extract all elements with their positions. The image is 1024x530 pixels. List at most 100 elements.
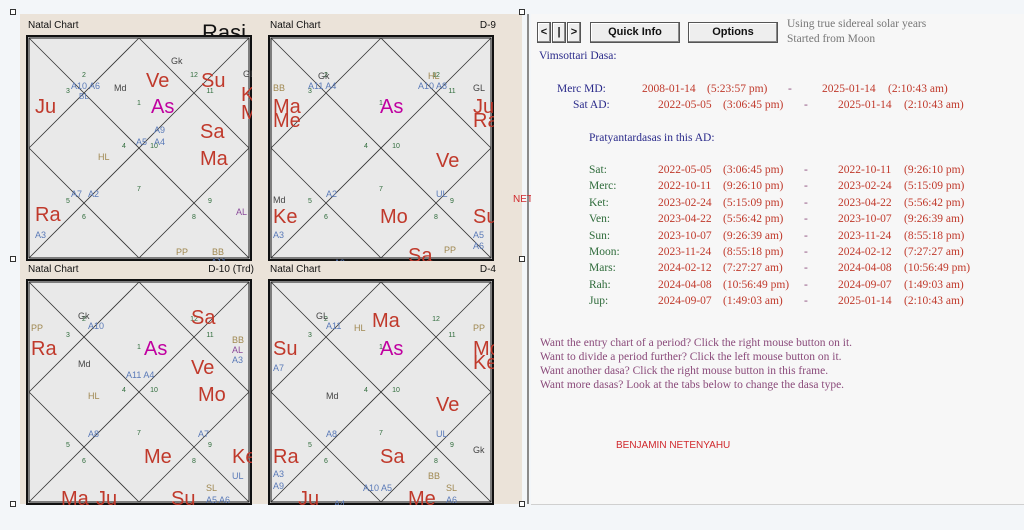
chart-point-label[interactable]: A5 A6 — [206, 495, 230, 505]
chart-point-label[interactable]: A7 — [273, 363, 284, 373]
chart-4[interactable]: Natal Chart D-4 1 2 3 4 5 6 7 8 9 10 11 12 GL A11 HL Ma PP… — [268, 264, 496, 506]
chart-point-label[interactable]: A4 — [334, 499, 345, 505]
chart-point-label[interactable]: A2 — [326, 189, 337, 199]
planet-label[interactable]: As — [144, 338, 167, 360]
chart-point-label[interactable]: AL — [236, 207, 247, 217]
chart-point-label[interactable]: Gk — [318, 71, 330, 81]
planet-label[interactable]: Ju — [298, 488, 319, 505]
chart-point-label[interactable]: A11 — [211, 257, 226, 261]
chart-3[interactable]: Natal Chart D-10 (Trd) 1 2 3 4 5 6 7 8 9 10 11 12 Gk A1… — [26, 264, 254, 506]
resize-handle[interactable] — [519, 256, 525, 262]
chart-point-label[interactable]: UL — [232, 471, 244, 481]
chart-point-label[interactable]: A6 — [446, 495, 457, 505]
options-button[interactable]: Options — [688, 22, 778, 43]
planet-label[interactable]: Ke — [473, 352, 494, 374]
chart-point-label[interactable]: A10 — [88, 321, 104, 331]
chart-point-label[interactable]: HL — [354, 323, 366, 333]
chart-point-label[interactable]: HL — [88, 391, 100, 401]
chart-point-label[interactable]: A3 — [35, 230, 46, 240]
chart-point-label[interactable]: GL — [473, 83, 485, 93]
chart-point-label[interactable]: BL — [79, 92, 89, 101]
chart-point-label[interactable]: A11 A4 — [126, 370, 154, 380]
chart-2[interactable]: Natal Chart D-9 1 2 3 4 5 6 7 8 9 10 11 12 Gk A11 A4 BB H… — [268, 20, 496, 262]
chart-point-label[interactable]: AL — [232, 345, 243, 355]
planet-label[interactable]: As — [380, 96, 403, 118]
chart-point-label[interactable]: A8 — [326, 429, 337, 439]
chart-point-label[interactable]: A10 A6 — [71, 81, 100, 91]
chart-point-label[interactable]: A10 A8 — [418, 81, 447, 91]
resize-handle[interactable] — [519, 9, 525, 15]
chart-point-label[interactable]: A9 — [154, 125, 165, 135]
chart-point-label[interactable]: UL — [436, 429, 448, 439]
chart-point-label[interactable]: A8 — [88, 429, 99, 439]
chart-point-label[interactable]: A5 — [136, 137, 147, 147]
chart-point-label[interactable]: A11 A4 — [308, 81, 336, 91]
planet-label[interactable]: Me — [408, 488, 436, 505]
planet-label[interactable]: Ve — [191, 357, 214, 379]
chart-point-label[interactable]: PP — [444, 245, 456, 255]
chart-point-label[interactable]: A7 — [198, 429, 209, 439]
next-button[interactable]: > — [567, 22, 581, 43]
chart-point-label[interactable]: Md — [326, 391, 339, 401]
planet-label[interactable]: Ke — [273, 206, 297, 228]
planet-label[interactable]: Me — [273, 110, 301, 132]
chart-point-label[interactable]: Md — [78, 359, 91, 369]
chart-point-label[interactable]: HL — [428, 71, 440, 81]
chart-grid[interactable]: 123456789101112GLA11HLMaPPSuAsMoKeA7MdVe… — [268, 279, 494, 505]
chart-point-label[interactable]: PP — [176, 247, 188, 257]
chart-point-label[interactable]: BB — [212, 247, 224, 257]
planet-label[interactable]: Sa — [408, 245, 433, 261]
planet-label[interactable]: Ve — [436, 150, 459, 172]
chart-point-label[interactable]: PP — [31, 323, 43, 333]
planet-label[interactable]: Su — [201, 70, 225, 92]
planet-label[interactable]: Ju — [35, 96, 56, 118]
planet-label[interactable]: As — [380, 338, 403, 360]
resize-handle[interactable] — [519, 501, 525, 507]
planet-label[interactable]: Ra — [473, 110, 494, 132]
frame-divider[interactable] — [527, 14, 529, 504]
planet-label[interactable]: Ju — [96, 488, 117, 505]
planet-label[interactable]: Ra — [31, 338, 57, 360]
planet-label[interactable]: Mo — [241, 102, 252, 124]
planet-label[interactable]: Mo — [380, 206, 408, 228]
chart-point-label[interactable]: A5 — [473, 230, 484, 240]
planet-label[interactable]: Ma — [200, 148, 229, 170]
chart-point-label[interactable]: A9 — [334, 258, 345, 261]
planet-label[interactable]: Sa — [200, 121, 225, 143]
planet-label[interactable]: As — [151, 96, 174, 118]
planet-label[interactable]: Ve — [436, 394, 459, 416]
planet-label[interactable]: Ma — [372, 310, 401, 332]
planet-label[interactable]: Ma — [61, 488, 90, 505]
dasa-panel[interactable]: < | > Quick Info Options Using true side… — [531, 14, 1024, 505]
resize-handle[interactable] — [10, 501, 16, 507]
planet-label[interactable]: Su — [171, 488, 195, 505]
quick-info-button[interactable]: Quick Info — [590, 22, 680, 43]
planet-label[interactable]: Ve — [146, 70, 169, 92]
chart-point-label[interactable]: UL — [436, 189, 448, 199]
chart-point-label[interactable]: SL — [206, 483, 217, 493]
planet-label[interactable]: Ke — [232, 446, 252, 468]
planet-label[interactable]: Ra — [273, 446, 299, 468]
planet-label[interactable]: Mo — [198, 384, 226, 406]
planet-label[interactable]: Su — [473, 206, 494, 228]
prev-button[interactable]: < — [537, 22, 551, 43]
planet-label[interactable]: Sa — [380, 446, 405, 468]
chart-1[interactable]: Natal Chart 1 2 3 4 5 6 7 8 9 10 11 12 Gk Md A10 A6 BL Ve… — [26, 20, 252, 262]
chart-point-label[interactable]: A3 — [232, 355, 243, 365]
chart-point-label[interactable]: A7 — [71, 189, 82, 199]
chart-point-label[interactable]: PP — [473, 323, 485, 333]
separator-button[interactable]: | — [552, 22, 566, 43]
chart-point-label[interactable]: Gk — [78, 311, 90, 321]
chart-point-label[interactable]: A10 A5 — [363, 483, 392, 493]
chart-point-label[interactable]: HL — [98, 152, 110, 162]
chart-grid[interactable]: 123456789101112GkMdA10 A6BLVeSuGLKeMoJuA… — [26, 35, 252, 261]
resize-handle[interactable] — [10, 256, 16, 262]
chart-point-label[interactable]: A3 — [273, 469, 284, 479]
chart-point-label[interactable]: Gk — [473, 445, 485, 455]
chart-point-label[interactable]: GL — [316, 311, 328, 321]
chart-point-label[interactable]: SL — [446, 483, 457, 493]
planet-label[interactable]: Sa — [191, 307, 216, 329]
planet-label[interactable]: Ra — [35, 204, 61, 226]
planet-label[interactable]: Me — [144, 446, 172, 468]
chart-point-label[interactable]: BB — [428, 471, 440, 481]
